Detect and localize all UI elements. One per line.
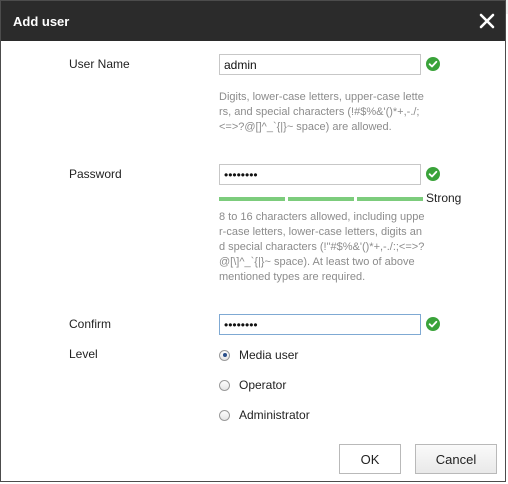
password-hint: 8 to 16 characters allowed, including up… — [219, 211, 425, 283]
password-field[interactable] — [219, 164, 421, 185]
username-label: User Name — [69, 57, 130, 71]
add-user-dialog: Add user User Name Digits, lower-case le… — [0, 0, 506, 482]
password-strength-bar-3 — [357, 197, 423, 201]
dialog-title: Add user — [13, 14, 70, 29]
media-user-label: Media user — [239, 348, 299, 362]
dialog-titlebar: Add user — [1, 1, 505, 41]
operator-radio[interactable] — [219, 379, 230, 391]
password-strength-text: Strong — [426, 191, 462, 205]
confirm-password-field[interactable] — [219, 314, 421, 335]
username-field[interactable] — [219, 54, 421, 75]
media-user-radio[interactable] — [219, 349, 230, 361]
level-option-administrator[interactable]: Administrator — [219, 407, 310, 423]
password-strength-bar-1 — [219, 197, 285, 201]
password-strength-bar-2 — [288, 197, 354, 201]
password-valid-check-icon — [426, 167, 440, 181]
username-valid-check-icon — [426, 57, 440, 71]
administrator-radio[interactable] — [219, 409, 230, 421]
password-label: Password — [69, 167, 122, 181]
username-hint: Digits, lower-case letters, upper-case l… — [219, 91, 424, 133]
ok-button[interactable]: OK — [339, 444, 401, 474]
level-option-media-user[interactable]: Media user — [219, 347, 298, 363]
level-option-operator[interactable]: Operator — [219, 377, 286, 393]
confirm-valid-check-icon — [426, 317, 440, 331]
cancel-button[interactable]: Cancel — [415, 444, 497, 474]
close-icon[interactable] — [475, 9, 499, 33]
level-label: Level — [69, 347, 98, 361]
operator-label: Operator — [239, 378, 287, 392]
administrator-label: Administrator — [239, 408, 310, 422]
confirm-label: Confirm — [69, 317, 112, 331]
